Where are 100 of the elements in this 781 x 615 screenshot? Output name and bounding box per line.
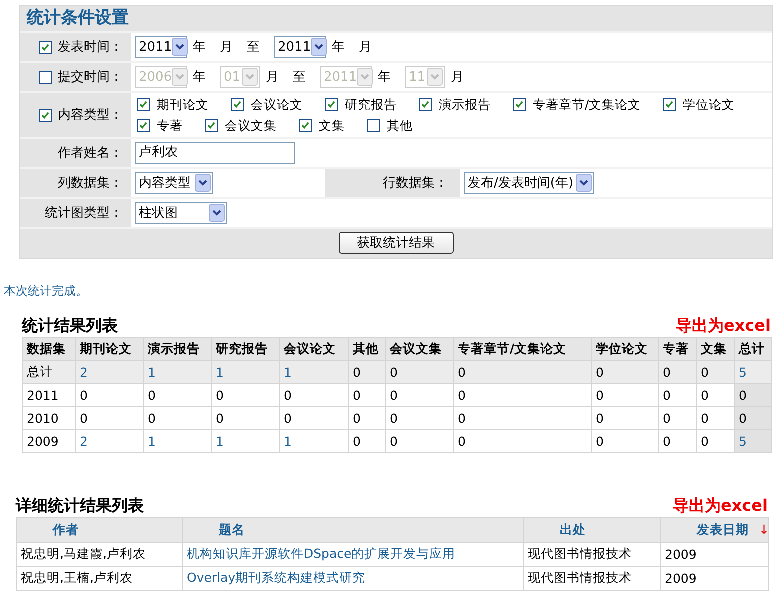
checkbox[interactable]: [299, 119, 312, 132]
count-link[interactable]: 2: [76, 360, 144, 384]
option-label: 文集: [319, 118, 345, 133]
count-link[interactable]: 1: [144, 360, 212, 384]
column-header: 学位论文: [592, 338, 658, 360]
field-label: 作者姓名：: [58, 145, 123, 162]
column-header: 研究报告: [212, 338, 280, 360]
chevron-down-icon: [242, 68, 258, 86]
column-header[interactable]: 作者: [16, 518, 182, 542]
table-cell: 0: [212, 406, 280, 430]
table-cell: 2011: [22, 384, 76, 406]
checkbox[interactable]: [513, 98, 526, 111]
table-cell: 2009: [660, 542, 768, 566]
checkbox[interactable]: [231, 98, 244, 111]
table-cell: 0: [348, 406, 386, 430]
count-link[interactable]: 5: [734, 430, 772, 452]
table-cell: 0: [696, 406, 734, 430]
checkbox[interactable]: [39, 40, 52, 54]
chevron-down-icon: [311, 38, 328, 56]
table-cell: 0: [212, 384, 280, 406]
table-cell: 0: [454, 360, 592, 384]
checkbox[interactable]: [39, 70, 52, 84]
table-cell: 0: [144, 384, 212, 406]
column-header: 总计: [734, 338, 772, 360]
checkbox[interactable]: [137, 119, 150, 132]
section-title: 统计结果列表: [22, 316, 118, 337]
field-label: 发表时间：: [58, 39, 123, 56]
chevron-down-icon: [357, 68, 374, 86]
chevron-down-icon: [209, 204, 225, 222]
table-cell: 总计: [22, 360, 76, 384]
chevron-down-icon: [427, 68, 443, 86]
column-header: 会议文集: [386, 338, 454, 360]
table-cell: 现代图书情报技术: [524, 566, 660, 590]
table-cell: 2009: [22, 430, 76, 452]
export-link[interactable]: 导出为excel: [676, 316, 771, 337]
column-header[interactable]: 出处: [524, 518, 660, 542]
checkbox[interactable]: [137, 98, 150, 111]
column-header: 其他: [348, 338, 386, 360]
status-message: 本次统计完成。: [3, 283, 89, 300]
dropdown[interactable]: 柱状图: [135, 202, 227, 224]
author-field[interactable]: 卢利农: [135, 142, 295, 164]
table-cell: 0: [454, 384, 592, 406]
checkbox[interactable]: [325, 98, 338, 111]
table-cell: 0: [280, 406, 348, 430]
chevron-down-icon: [172, 68, 188, 86]
count-link[interactable]: 1: [280, 430, 348, 452]
count-link[interactable]: 1: [212, 430, 280, 452]
table-cell: 0: [386, 384, 454, 406]
dropdown[interactable]: 2011: [274, 36, 326, 58]
dropdown[interactable]: 发布/发表时间(年): [464, 172, 594, 194]
table-cell: 0: [696, 360, 734, 384]
column-header[interactable]: 发表日期 ↓: [660, 518, 768, 542]
title-link[interactable]: Overlay期刊系统构建模式研究: [182, 566, 524, 590]
table-cell: 0: [144, 406, 212, 430]
checkbox[interactable]: [367, 119, 380, 132]
table-cell: 0: [658, 430, 696, 452]
field-label: 列数据集：: [58, 175, 123, 192]
unit-label: 年: [193, 69, 206, 86]
count-link[interactable]: 1: [280, 360, 348, 384]
submit-button[interactable]: 获取统计结果: [338, 232, 454, 254]
column-header: 文集: [696, 338, 734, 360]
unit-label: 年: [378, 69, 391, 86]
sort-arrow[interactable]: ↓: [759, 522, 770, 536]
dropdown[interactable]: 2011: [135, 36, 187, 58]
table-cell: 0: [592, 430, 658, 452]
column-header: 专著: [658, 338, 696, 360]
unit-label: 年: [332, 39, 345, 56]
chevron-down-icon: [172, 38, 188, 56]
checkbox[interactable]: [419, 98, 432, 111]
table-cell: 0: [386, 406, 454, 430]
checkbox[interactable]: [205, 119, 218, 132]
table-cell: 0: [658, 384, 696, 406]
option-label: 专著章节/文集论文: [533, 97, 642, 112]
table-cell: 0: [734, 406, 772, 430]
table-cell: 0: [454, 406, 592, 430]
table-cell: 0: [386, 360, 454, 384]
count-link[interactable]: 2: [76, 430, 144, 452]
field-label: 统计图类型：: [45, 205, 123, 222]
field-label: 提交时间：: [58, 69, 123, 86]
table-cell: 0: [696, 384, 734, 406]
section-title: 详细统计结果列表: [16, 496, 144, 517]
column-header: 演示报告: [144, 338, 212, 360]
count-link[interactable]: 1: [212, 360, 280, 384]
column-header: 数据集: [22, 338, 76, 360]
export-link[interactable]: 导出为excel: [673, 496, 768, 517]
option-label: 会议论文: [251, 97, 303, 112]
column-header[interactable]: 题名: [182, 518, 524, 542]
table-cell: 0: [348, 360, 386, 384]
checkbox[interactable]: [663, 98, 676, 111]
column-header: 专著章节/文集论文: [454, 338, 592, 360]
option-label: 期刊论文: [157, 97, 209, 112]
checkbox[interactable]: [39, 108, 52, 122]
table-cell: 0: [454, 430, 592, 452]
table-cell: 0: [348, 430, 386, 452]
table-cell: 0: [592, 360, 658, 384]
dropdown[interactable]: 内容类型: [135, 172, 213, 194]
title-link[interactable]: 机构知识库开源软件DSpace的扩展开发与应用: [182, 542, 524, 566]
count-link[interactable]: 5: [734, 360, 772, 384]
option-label: 会议文集: [225, 118, 277, 133]
count-link[interactable]: 1: [144, 430, 212, 452]
